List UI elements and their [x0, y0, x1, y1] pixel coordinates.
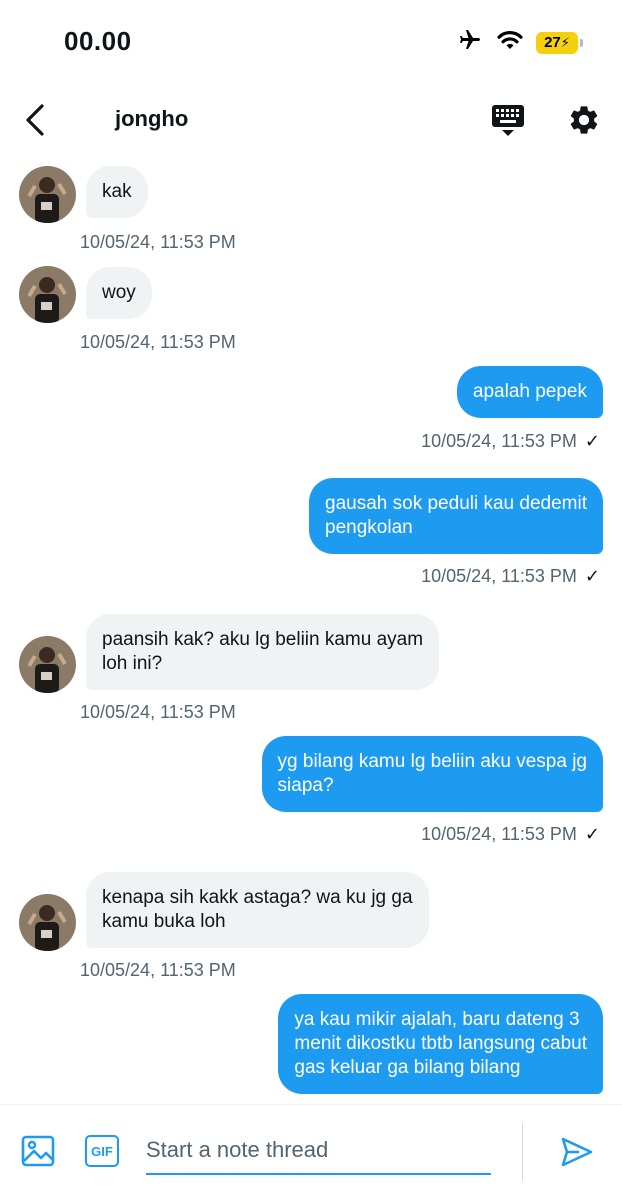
message-timestamp: 10/05/24, 11:53 PM: [421, 824, 577, 844]
add-media-button[interactable]: [20, 1133, 56, 1169]
status-time: 00.00: [64, 26, 132, 56]
back-button[interactable]: [18, 100, 52, 140]
back-arrow-icon: [26, 104, 44, 136]
message-bubble-incoming[interactable]: woy: [86, 267, 152, 319]
avatar[interactable]: [19, 636, 76, 693]
battery-level: 27: [544, 34, 561, 51]
message-meta: 10/05/24, 11:53 PM ✓: [421, 824, 600, 845]
checkmark-icon: ✓: [584, 431, 600, 451]
avatar[interactable]: [19, 894, 76, 951]
message-meta: 10/05/24, 11:53 PM ✓: [421, 431, 600, 452]
checkmark-icon: ✓: [584, 824, 600, 844]
checkmark-icon: ✓: [584, 566, 600, 586]
keyboard-icon: [492, 105, 524, 136]
message-timestamp: 10/05/24, 11:53 PM: [80, 960, 236, 980]
avatar[interactable]: [19, 266, 76, 323]
gif-button[interactable]: GIF: [85, 1135, 119, 1167]
message-timestamp: 10/05/24, 11:53 PM: [80, 232, 236, 252]
avatar[interactable]: [19, 166, 76, 223]
composer-bar: GIF: [0, 1104, 622, 1200]
airplane-mode-icon: [456, 28, 484, 57]
status-icons: 27 ⚡: [456, 28, 583, 57]
composer-divider: [522, 1123, 523, 1181]
message-timestamp: 10/05/24, 11:53 PM: [80, 332, 236, 352]
image-icon: [21, 1135, 55, 1167]
message-bubble-outgoing[interactable]: yg bilang kamu lg beliin aku vespa jg si…: [261, 736, 603, 812]
message-bubble-outgoing[interactable]: apalah pepek: [456, 366, 603, 418]
message-timestamp: 10/05/24, 11:53 PM: [80, 702, 236, 722]
message-bubble-outgoing[interactable]: gausah sok peduli kau dedemit pengkolan: [309, 478, 603, 554]
message-list[interactable]: kak 10/05/24, 11:53 PM woy 10/05/24, 11:…: [0, 156, 622, 1104]
message-timestamp: 10/05/24, 11:53 PM: [421, 431, 577, 451]
status-bar: 00.00 27 ⚡: [0, 0, 622, 84]
battery-charging-icon: 27 ⚡: [536, 31, 583, 54]
message-bubble-incoming[interactable]: paansih kak? aku lg beliin kamu ayam loh…: [86, 614, 440, 690]
message-bubble-incoming[interactable]: kenapa sih kakk astaga? wa ku jg ga kamu…: [86, 872, 429, 948]
message-bubble-outgoing[interactable]: ya kau mikir ajalah, baru dateng 3 menit…: [278, 994, 603, 1094]
conversation-title[interactable]: jongho: [115, 106, 188, 132]
keyboard-button[interactable]: [488, 100, 528, 140]
settings-button[interactable]: [564, 100, 604, 140]
send-button[interactable]: [558, 1133, 596, 1171]
message-bubble-incoming[interactable]: kak: [86, 166, 148, 218]
message-meta: 10/05/24, 11:53 PM ✓: [421, 566, 600, 587]
message-timestamp: 10/05/24, 11:53 PM: [421, 566, 577, 586]
gear-icon: [570, 106, 598, 134]
note-thread-input[interactable]: [146, 1127, 491, 1175]
send-icon: [561, 1137, 593, 1167]
wifi-icon: [496, 29, 524, 56]
conversation-header: jongho: [0, 84, 622, 156]
